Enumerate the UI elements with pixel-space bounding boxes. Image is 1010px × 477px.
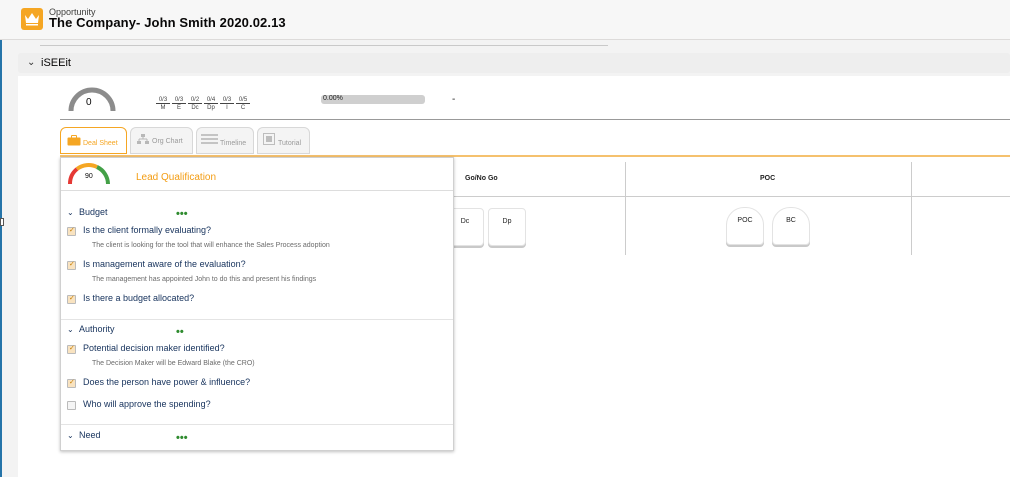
stage-card-label: BC (786, 217, 796, 224)
question-checkbox[interactable] (67, 294, 76, 304)
left-edge-bar (0, 40, 2, 477)
group-name: Authority (79, 324, 115, 334)
timeline-icon (201, 134, 218, 144)
tab-timeline[interactable]: Timeline (196, 127, 254, 154)
score-abbreviation: Dp (207, 105, 215, 111)
record-header: Opportunity The Company- John Smith 2020… (0, 0, 1010, 40)
stage-card-poc[interactable]: POC (726, 207, 764, 245)
progress-bar: 0.00% (321, 95, 425, 104)
column-separator (911, 162, 912, 255)
chevron-down-icon: ⌄ (67, 431, 74, 440)
score-abbreviation: M (160, 105, 166, 111)
stage-card-bc[interactable]: BC (772, 207, 810, 245)
question-label: Is management aware of the evaluation? (83, 259, 246, 269)
question-label: Is the client formally evaluating? (83, 225, 212, 235)
question-label: Potential decision maker identified? (83, 343, 225, 353)
column-separator (625, 162, 626, 255)
briefcase-icon (67, 135, 81, 146)
score-abbreviation: I (226, 105, 228, 111)
question-label: Does the person have power & influence? (83, 377, 251, 387)
tutorial-icon (263, 133, 275, 145)
question-checkbox[interactable] (67, 226, 76, 236)
lead-qualification-popup: 90 Lead Qualification ⌄ Budget ••• Is the… (60, 157, 454, 451)
record-title: The Company- John Smith 2020.02.13 (49, 15, 286, 30)
question-checkbox[interactable] (67, 260, 76, 270)
score-cell: 0/5 C (236, 97, 250, 111)
summary-divider (60, 119, 1010, 120)
opportunity-crown-icon (21, 8, 43, 30)
score-fraction: 0/5 (236, 97, 250, 104)
stage-card-label: POC (737, 217, 753, 224)
section-toggle-iseeit[interactable]: ⌄ iSEEit (18, 53, 1010, 73)
stage-card-label: Dc (460, 218, 470, 225)
question-label: Who will approve the spending? (83, 399, 211, 409)
question-note: The Decision Maker will be Edward Blake … (92, 360, 255, 367)
question-label: Is there a budget allocated? (83, 293, 195, 303)
more-dots-icon[interactable]: •• (176, 327, 184, 338)
score-cell: 0/3 E (172, 97, 186, 111)
column-header-go-no-go: Go/No Go (465, 175, 498, 182)
group-separator (61, 424, 453, 425)
group-separator (61, 319, 453, 320)
score-cell: 0/3 I (220, 97, 234, 111)
left-handle[interactable] (0, 218, 4, 226)
tab-org-chart-label: Org Chart (152, 138, 183, 145)
tab-timeline-label: Timeline (220, 140, 247, 147)
question-note: The client is looking for the tool that … (92, 242, 330, 249)
tab-tutorial[interactable]: Tutorial (257, 127, 310, 154)
score-abbreviation: E (176, 105, 181, 111)
popup-header: 90 Lead Qualification (61, 158, 453, 191)
group-name: Need (79, 430, 101, 440)
score-abbreviation: Dc (191, 105, 199, 111)
group-toggle-budget[interactable]: ⌄ Budget (67, 207, 108, 217)
progress-text: 0.00% (323, 95, 343, 102)
score-cell: 0/4 Dp (204, 97, 218, 111)
score-cell: 0/2 Dc (188, 97, 202, 111)
stage-card-dp[interactable]: Dp (488, 208, 526, 246)
score-abbreviation: C (240, 105, 246, 111)
stage-card-label: Dp (502, 218, 512, 225)
popup-title: Lead Qualification (136, 172, 217, 183)
qualification-score: 90 (85, 173, 93, 180)
more-dots-icon[interactable]: ••• (176, 209, 188, 220)
score-fraction: 0/3 (220, 97, 234, 104)
header-row-separator (452, 196, 1010, 197)
question-checkbox[interactable] (67, 378, 76, 388)
tab-deal-sheet[interactable]: Deal Sheet (60, 127, 127, 154)
chevron-down-icon: ⌄ (27, 57, 36, 68)
question-checkbox[interactable] (67, 401, 76, 410)
header-divider (40, 45, 608, 46)
score-fraction: 0/3 (172, 97, 186, 104)
score-cell: 0/3 M (156, 97, 170, 111)
score-fraction: 0/2 (188, 97, 202, 104)
column-header-poc: POC (760, 175, 776, 182)
more-dots-icon[interactable]: ••• (176, 433, 188, 444)
org-chart-icon (137, 134, 149, 144)
overall-gauge-value: 0 (86, 97, 92, 108)
group-toggle-need[interactable]: ⌄ Need (67, 430, 101, 440)
question-checkbox[interactable] (67, 344, 76, 354)
score-fraction: 0/4 (204, 97, 218, 104)
overall-gauge-icon (68, 87, 116, 112)
tab-tutorial-label: Tutorial (278, 140, 302, 147)
group-name: Budget (79, 207, 108, 217)
section-label: iSEEit (41, 57, 71, 69)
chevron-down-icon: ⌄ (67, 325, 74, 334)
tab-deal-sheet-label: Deal Sheet (83, 140, 118, 147)
chevron-down-icon: ⌄ (67, 208, 74, 217)
status-dash: - (452, 94, 456, 105)
tab-org-chart[interactable]: Org Chart (130, 127, 193, 154)
question-note: The management has appointed John to do … (92, 276, 317, 283)
group-toggle-authority[interactable]: ⌄ Authority (67, 324, 115, 334)
score-fraction: 0/3 (156, 97, 170, 104)
